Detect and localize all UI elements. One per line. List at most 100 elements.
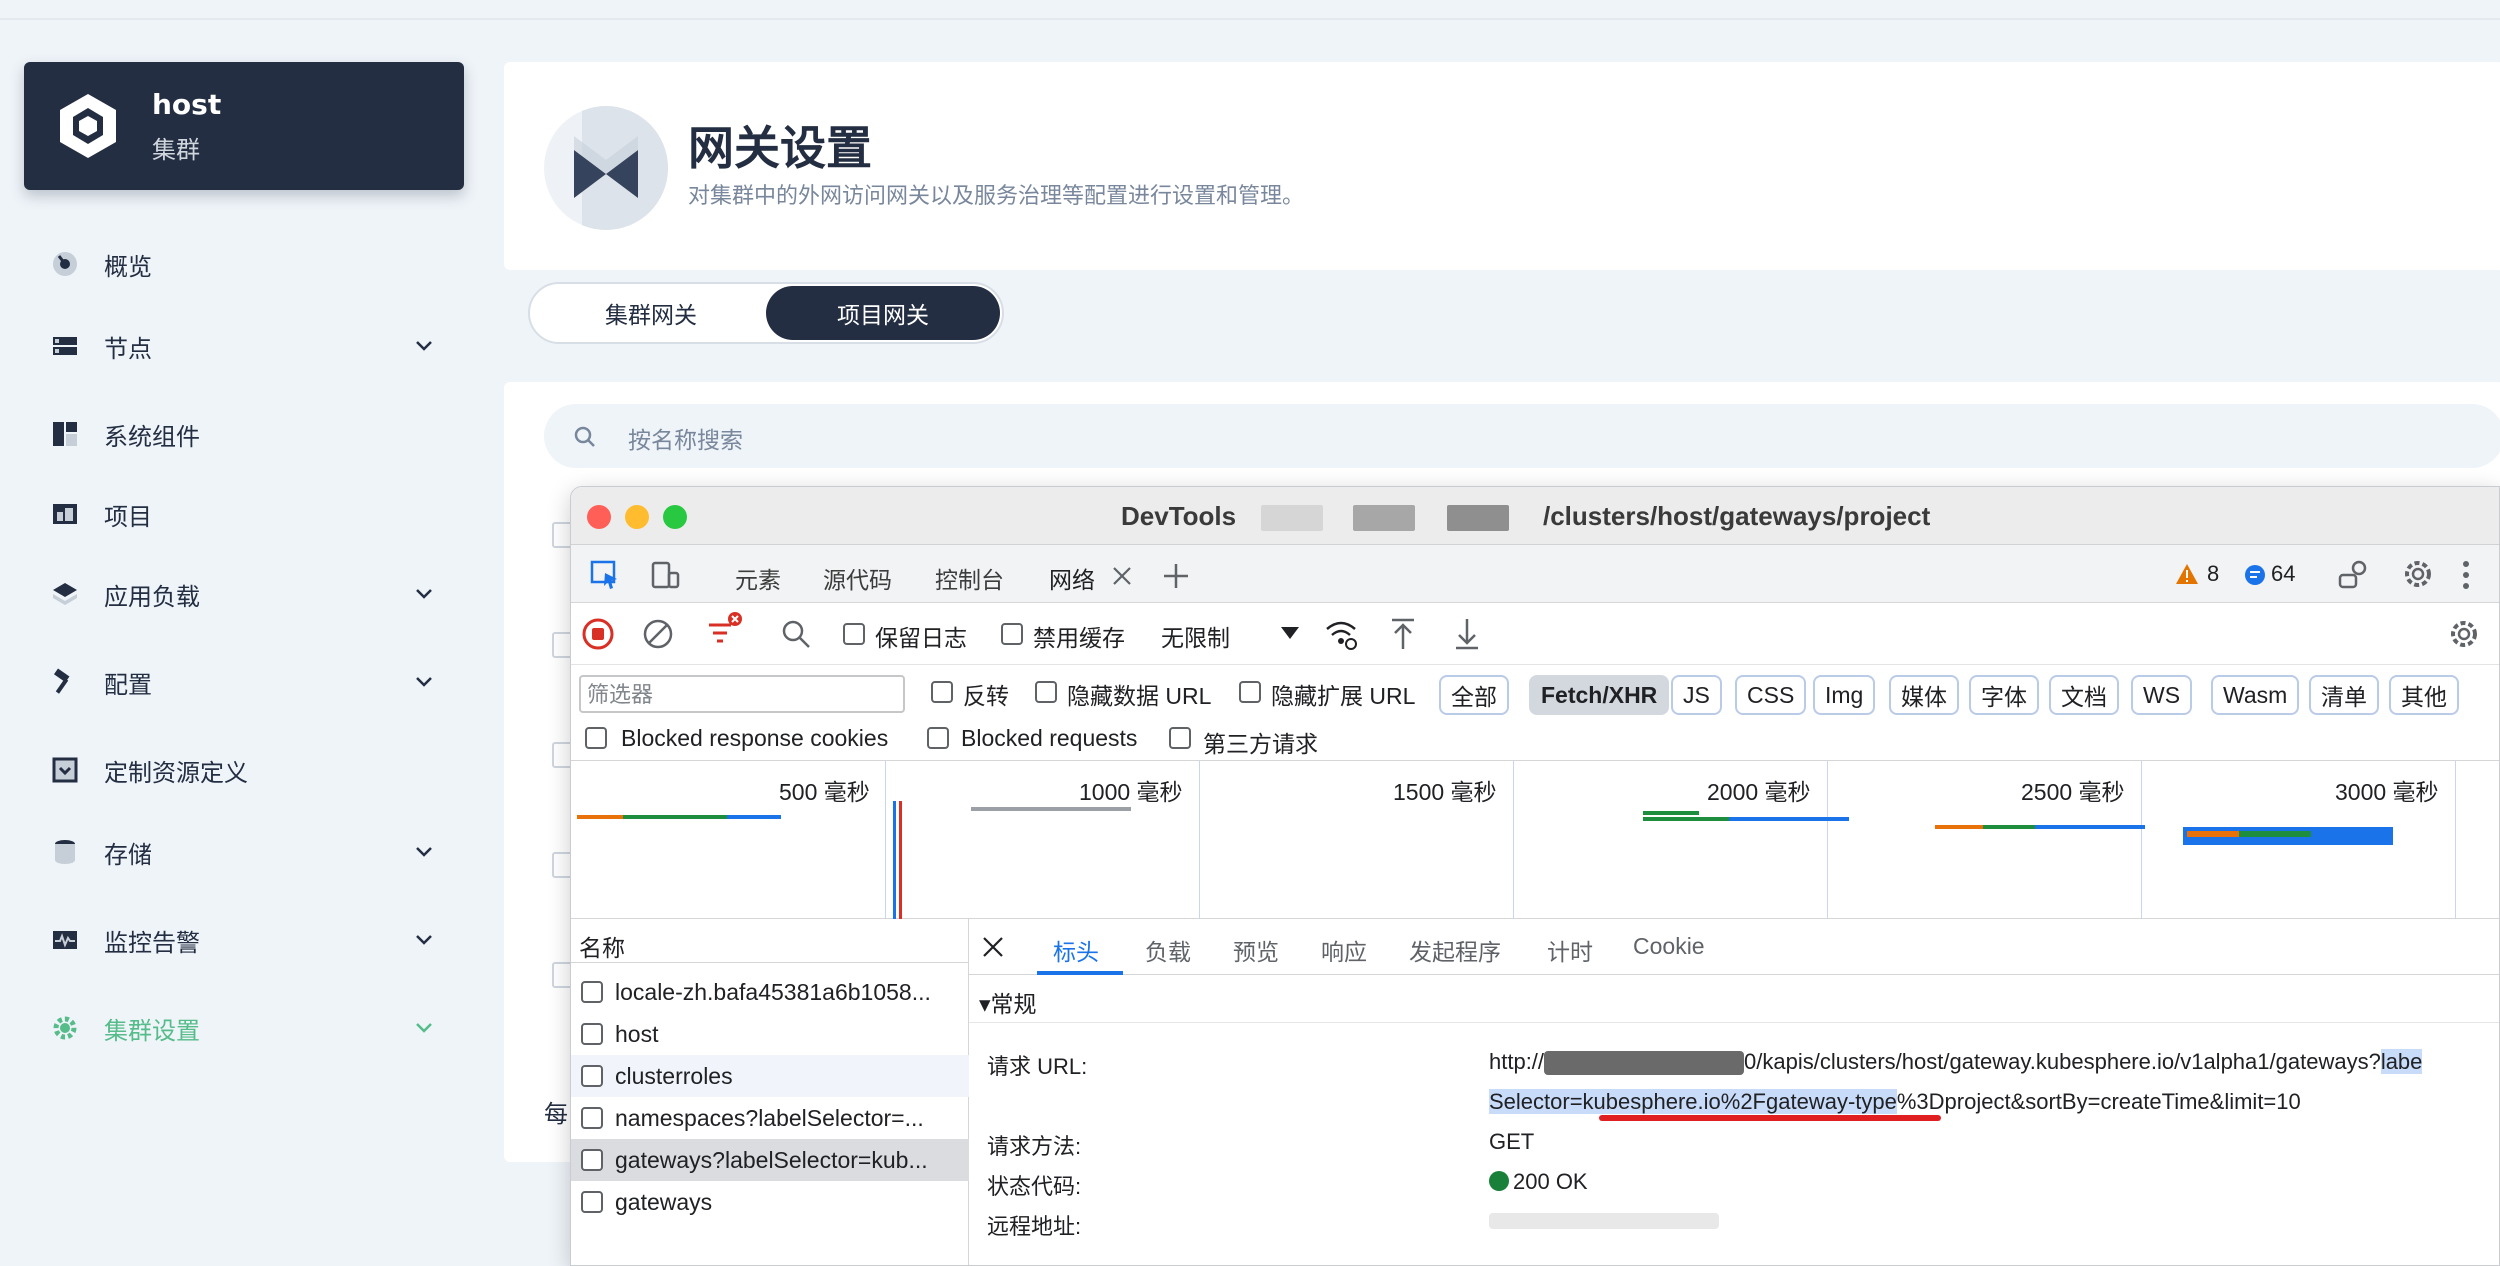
filter-type-all[interactable]: 全部 bbox=[1439, 675, 1509, 715]
tab-preview[interactable]: 预览 bbox=[1233, 933, 1279, 967]
status-text: 200 OK bbox=[1513, 1169, 1588, 1194]
filter-type-wasm[interactable]: Wasm bbox=[2211, 675, 2300, 715]
stop-recording-icon[interactable] bbox=[581, 617, 615, 651]
filter-type-fetch-xhr[interactable]: Fetch/XHR bbox=[1529, 675, 1670, 715]
request-row[interactable]: host bbox=[571, 1013, 969, 1055]
cluster-card[interactable]: host 集群 bbox=[24, 62, 464, 190]
tab-payload[interactable]: 负载 bbox=[1145, 933, 1191, 967]
more-options-icon[interactable] bbox=[2461, 559, 2471, 591]
network-conditions-icon[interactable] bbox=[1323, 617, 1359, 651]
filter-clear-icon[interactable] bbox=[703, 611, 745, 651]
filter-input[interactable]: 筛选器 bbox=[579, 675, 905, 713]
tab-elements[interactable]: 元素 bbox=[735, 561, 781, 595]
export-har-icon[interactable] bbox=[1453, 617, 1481, 651]
hide-data-urls-checkbox[interactable] bbox=[1035, 681, 1057, 703]
import-har-icon[interactable] bbox=[1389, 617, 1417, 651]
redacted-host bbox=[1261, 505, 1323, 531]
request-name: gateways bbox=[615, 1189, 713, 1215]
message-count[interactable]: 64 bbox=[2271, 561, 2295, 587]
third-party-checkbox[interactable] bbox=[1169, 727, 1191, 749]
filter-type-css[interactable]: CSS bbox=[1735, 675, 1807, 715]
sidebar-item-workloads[interactable]: 应用负载 bbox=[48, 566, 448, 622]
network-timeline[interactable]: 500 毫秒 1000 毫秒 1500 毫秒 2000 毫秒 2500 毫秒 3… bbox=[571, 761, 2499, 919]
add-tab-icon[interactable] bbox=[1161, 561, 1191, 591]
request-url-line2: Selector=kubesphere.io%2Fgateway-type%3D… bbox=[1489, 1089, 2301, 1115]
blocked-requests-checkbox[interactable] bbox=[927, 727, 949, 749]
request-checkbox[interactable] bbox=[581, 1149, 603, 1171]
close-tab-icon[interactable] bbox=[1111, 565, 1133, 587]
name-column-header[interactable]: 名称 bbox=[571, 919, 969, 963]
blocked-cookies-checkbox[interactable] bbox=[585, 727, 607, 749]
request-row[interactable]: locale-zh.bafa45381a6b1058... bbox=[571, 971, 969, 1013]
sidebar-item-overview[interactable]: 概览 bbox=[48, 236, 448, 292]
filter-type-img[interactable]: Img bbox=[1813, 675, 1876, 715]
sidebar-item-config[interactable]: 配置 bbox=[48, 654, 448, 710]
filter-type-ws[interactable]: WS bbox=[2131, 675, 2193, 715]
sidebar-item-monitoring[interactable]: 监控告警 bbox=[48, 912, 448, 968]
request-row[interactable]: namespaces?labelSelector=... bbox=[571, 1097, 969, 1139]
request-checkbox[interactable] bbox=[581, 1023, 603, 1045]
hide-extension-urls-checkbox[interactable] bbox=[1239, 681, 1261, 703]
throttle-select[interactable]: 无限制 bbox=[1161, 619, 1230, 653]
third-party-label: 第三方请求 bbox=[1203, 731, 1318, 757]
filter-type-other[interactable]: 其他 bbox=[2389, 675, 2459, 715]
timeline-bar bbox=[577, 815, 623, 819]
general-section-header[interactable]: ▾常规 bbox=[969, 975, 2499, 1023]
page-header: 网关设置 对集群中的外网访问网关以及服务治理等配置进行设置和管理。 bbox=[504, 62, 2500, 270]
request-checkbox[interactable] bbox=[581, 1107, 603, 1129]
sidebar-item-nodes[interactable]: 节点 bbox=[48, 318, 448, 374]
search-input[interactable]: 按名称搜索 bbox=[544, 404, 2500, 468]
devtools-window: DevTools /clusters/host/gateways/project… bbox=[570, 486, 2500, 1266]
clear-icon[interactable] bbox=[641, 617, 675, 651]
sidebar-item-cluster-settings[interactable]: 集群设置 bbox=[48, 1000, 448, 1056]
close-window-button[interactable] bbox=[587, 505, 611, 529]
device-toolbar-icon[interactable] bbox=[649, 559, 681, 591]
inspect-element-icon[interactable] bbox=[589, 559, 621, 591]
tab-project-gateway[interactable]: 项目网关 bbox=[766, 286, 1000, 340]
users-icon[interactable] bbox=[2337, 559, 2371, 591]
method-key: 请求方法: bbox=[987, 1134, 1082, 1159]
minimize-window-button[interactable] bbox=[625, 505, 649, 529]
disable-cache-checkbox[interactable] bbox=[1001, 623, 1023, 645]
request-checkbox[interactable] bbox=[581, 981, 603, 1003]
tab-sources[interactable]: 源代码 bbox=[823, 561, 892, 595]
tab-headers[interactable]: 标头 bbox=[1053, 933, 1099, 967]
timeline-divider bbox=[2141, 761, 2142, 919]
filter-type-js[interactable]: JS bbox=[1671, 675, 1722, 715]
chevron-down-icon bbox=[416, 1023, 432, 1033]
filter-type-font[interactable]: 字体 bbox=[1969, 675, 2039, 715]
settings-gear-icon[interactable] bbox=[2401, 557, 2435, 591]
request-checkbox[interactable] bbox=[581, 1065, 603, 1087]
request-row-selected[interactable]: gateways?labelSelector=kub... bbox=[571, 1139, 969, 1181]
tab-cookies[interactable]: Cookie bbox=[1633, 933, 1705, 960]
tab-response[interactable]: 响应 bbox=[1321, 933, 1367, 967]
tab-network[interactable]: 网络 bbox=[1049, 561, 1095, 595]
warning-count[interactable]: 8 bbox=[2207, 561, 2219, 587]
filter-type-doc[interactable]: 文档 bbox=[2049, 675, 2119, 715]
pagination-label: 每 bbox=[544, 1100, 568, 1128]
sidebar-item-storage[interactable]: 存储 bbox=[48, 824, 448, 880]
timeline-divider bbox=[1513, 761, 1514, 919]
preserve-log-checkbox[interactable] bbox=[843, 623, 865, 645]
maximize-window-button[interactable] bbox=[663, 505, 687, 529]
tab-initiator[interactable]: 发起程序 bbox=[1409, 933, 1501, 967]
filter-type-media[interactable]: 媒体 bbox=[1889, 675, 1959, 715]
request-row[interactable]: clusterroles bbox=[571, 1055, 969, 1097]
network-settings-icon[interactable] bbox=[2447, 617, 2481, 651]
page-description: 对集群中的外网访问网关以及服务治理等配置进行设置和管理。 bbox=[688, 184, 1305, 209]
invert-checkbox[interactable] bbox=[931, 681, 953, 703]
request-row[interactable]: gateways bbox=[571, 1181, 969, 1223]
request-name: gateways?labelSelector=kub... bbox=[615, 1147, 928, 1173]
filter-bar: 筛选器 反转 隐藏数据 URL 隐藏扩展 URL 全部 Fetch/XHR JS… bbox=[571, 665, 2499, 717]
filter-type-manifest[interactable]: 清单 bbox=[2309, 675, 2379, 715]
search-icon[interactable] bbox=[781, 619, 811, 649]
sidebar-item-components[interactable]: 系统组件 bbox=[48, 406, 448, 462]
tab-timing[interactable]: 计时 bbox=[1547, 933, 1593, 967]
request-checkbox[interactable] bbox=[581, 1191, 603, 1213]
message-icon bbox=[2245, 565, 2265, 585]
sidebar-item-projects[interactable]: 项目 bbox=[48, 486, 448, 542]
tab-console[interactable]: 控制台 bbox=[935, 561, 1004, 595]
close-details-icon[interactable] bbox=[981, 935, 1005, 959]
sidebar-item-crd[interactable]: 定制资源定义 bbox=[48, 742, 448, 798]
tab-cluster-gateway[interactable]: 集群网关 bbox=[534, 286, 768, 340]
